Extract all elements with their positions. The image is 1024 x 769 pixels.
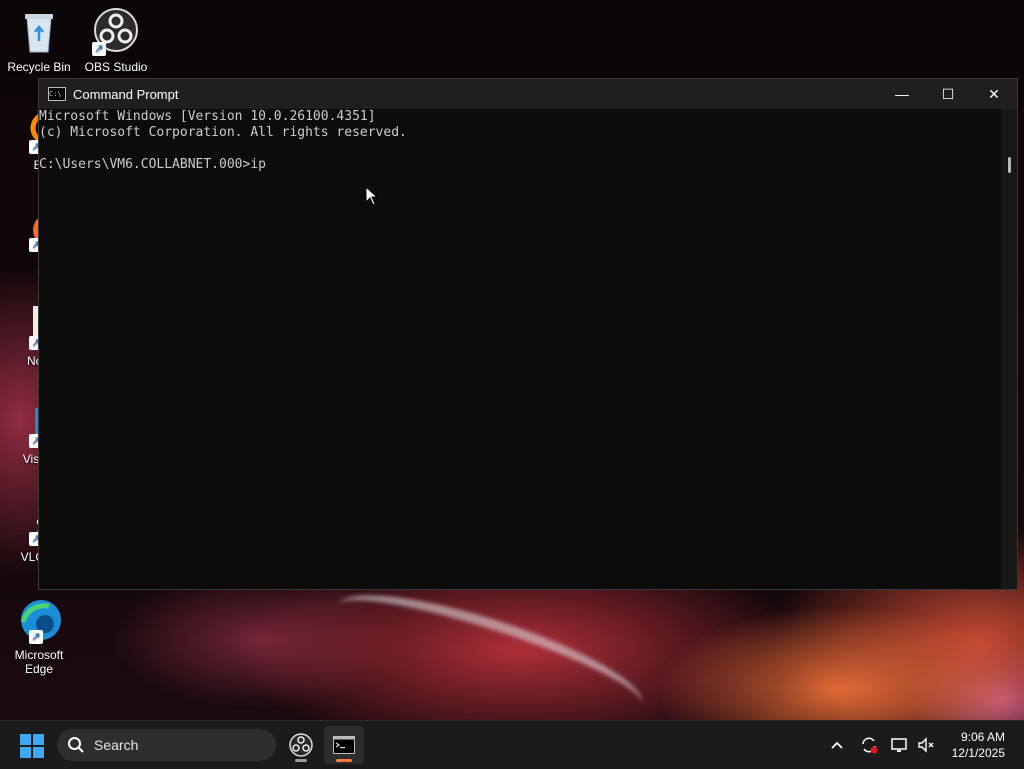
close-icon: ✕ bbox=[988, 85, 1000, 102]
window-titlebar[interactable]: C:\ Command Prompt — ☐ ✕ bbox=[39, 79, 1017, 109]
command-prompt-window[interactable]: C:\ Command Prompt — ☐ ✕ Microsoft Windo… bbox=[38, 78, 1018, 590]
obs-studio-icon: ↗ bbox=[92, 8, 140, 56]
tray-network-button[interactable] bbox=[890, 735, 910, 755]
search-icon bbox=[67, 736, 85, 754]
search-label: Search bbox=[94, 737, 139, 753]
tray-sync-button[interactable] bbox=[859, 735, 879, 755]
active-indicator bbox=[336, 759, 352, 762]
tray-overflow-button[interactable] bbox=[827, 735, 847, 755]
console-line: (c) Microsoft Corporation. All rights re… bbox=[39, 125, 407, 140]
cmd-app-icon: C:\ bbox=[48, 87, 66, 101]
maximize-button[interactable]: ☐ bbox=[925, 79, 971, 109]
scrollbar-thumb[interactable] bbox=[1008, 157, 1011, 173]
desktop-icon-microsoft-edge[interactable]: ↗ Microsoft Edge bbox=[1, 596, 77, 676]
console-line: Microsoft Windows [Version 10.0.26100.43… bbox=[39, 109, 376, 124]
vertical-scrollbar[interactable] bbox=[1001, 109, 1017, 589]
taskbar-app-command-prompt[interactable] bbox=[324, 726, 364, 764]
recycle-bin-icon bbox=[15, 8, 63, 56]
shortcut-arrow-icon: ↗ bbox=[92, 42, 106, 56]
shortcut-arrow-icon: ↗ bbox=[29, 630, 43, 644]
tray-volume-button[interactable] bbox=[916, 735, 936, 755]
minimize-icon: — bbox=[895, 86, 909, 102]
running-indicator bbox=[295, 759, 307, 762]
close-button[interactable]: ✕ bbox=[971, 79, 1017, 109]
console-output[interactable]: Microsoft Windows [Version 10.0.26100.43… bbox=[39, 109, 1017, 589]
taskbar: Search 9:06 AM 12/1/2025 bbox=[0, 720, 1024, 769]
desktop-icon-label: OBS Studio bbox=[84, 60, 148, 74]
clock-time: 9:06 AM bbox=[960, 730, 1005, 744]
desktop-icon-label: Recycle Bin bbox=[7, 60, 71, 74]
windows-logo-icon bbox=[20, 734, 44, 758]
minimize-button[interactable]: — bbox=[879, 79, 925, 109]
clock-date: 12/1/2025 bbox=[951, 746, 1005, 760]
start-button[interactable] bbox=[20, 734, 44, 758]
chevron-up-icon bbox=[831, 741, 843, 749]
mouse-pointer-icon bbox=[365, 185, 379, 206]
volume-muted-icon bbox=[918, 737, 934, 753]
desktop-icon-label: Microsoft bbox=[14, 648, 64, 662]
window-title: Command Prompt bbox=[73, 86, 179, 102]
sync-error-icon bbox=[862, 737, 878, 754]
taskbar-search[interactable]: Search bbox=[57, 729, 276, 761]
desktop-icon-recycle-bin[interactable]: Recycle Bin bbox=[1, 8, 77, 74]
console-input-line[interactable]: C:\Users\VM6.COLLABNET.000>ip bbox=[39, 157, 1017, 173]
window-controls: — ☐ ✕ bbox=[879, 79, 1017, 109]
wallpaper-swirl bbox=[327, 572, 653, 720]
taskbar-app-obs-studio[interactable] bbox=[281, 726, 321, 764]
obs-studio-icon bbox=[289, 733, 313, 757]
desktop-icon-obs-studio[interactable]: ↗ OBS Studio bbox=[78, 8, 154, 74]
desktop-icon-label-line2: Edge bbox=[24, 662, 54, 676]
edge-icon: ↗ bbox=[15, 596, 63, 644]
cmd-app-icon bbox=[333, 736, 355, 754]
maximize-icon: ☐ bbox=[941, 85, 955, 102]
network-icon bbox=[891, 738, 907, 752]
system-clock[interactable]: 9:06 AM 12/1/2025 bbox=[952, 729, 1005, 761]
